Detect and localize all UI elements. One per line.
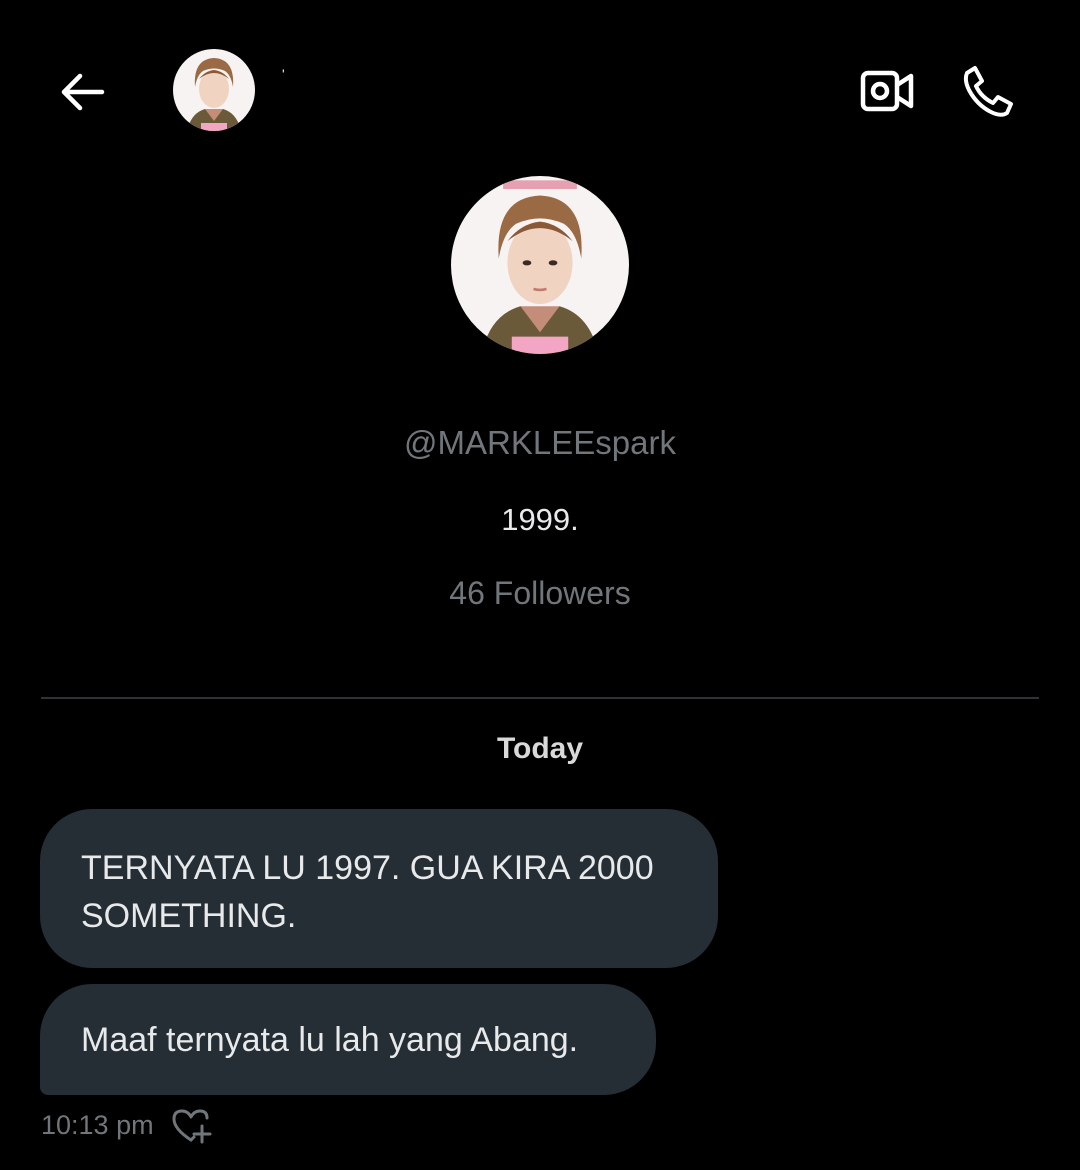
- message-bubble[interactable]: TERNYATA LU 1997. GUA KIRA 2000 SOMETHIN…: [40, 809, 718, 968]
- video-call-button[interactable]: [856, 62, 918, 120]
- profile-bio: 1999.: [501, 502, 579, 537]
- voice-call-button[interactable]: [956, 60, 1020, 122]
- header-avatar[interactable]: [173, 49, 255, 131]
- add-reaction-button[interactable]: [168, 1105, 214, 1147]
- phone-icon: [963, 66, 1013, 117]
- back-button[interactable]: [52, 62, 112, 122]
- profile-handle[interactable]: @MARKLEEspark: [0, 424, 1080, 462]
- user-avatar: [451, 176, 629, 354]
- divider: [41, 697, 1039, 699]
- user-avatar: [173, 49, 255, 131]
- profile-avatar[interactable]: [451, 176, 629, 354]
- arrow-left-icon: [61, 73, 105, 111]
- message-timestamp: 10:13 pm: [41, 1110, 154, 1140]
- message-bubble[interactable]: Maaf ternyata lu lah yang Abang.: [40, 984, 656, 1095]
- conversation-header: ': [0, 0, 1080, 180]
- date-separator: Today: [496, 732, 584, 765]
- header-name[interactable]: ': [282, 66, 285, 82]
- heart-plus-icon: [172, 1109, 212, 1144]
- followers-count[interactable]: 46 Followers: [0, 575, 1080, 612]
- video-call-icon: [860, 70, 914, 112]
- message-text: Maaf ternyata lu lah yang Abang.: [81, 1021, 579, 1059]
- message-text: TERNYATA LU 1997. GUA KIRA 2000 SOMETHIN…: [81, 849, 654, 935]
